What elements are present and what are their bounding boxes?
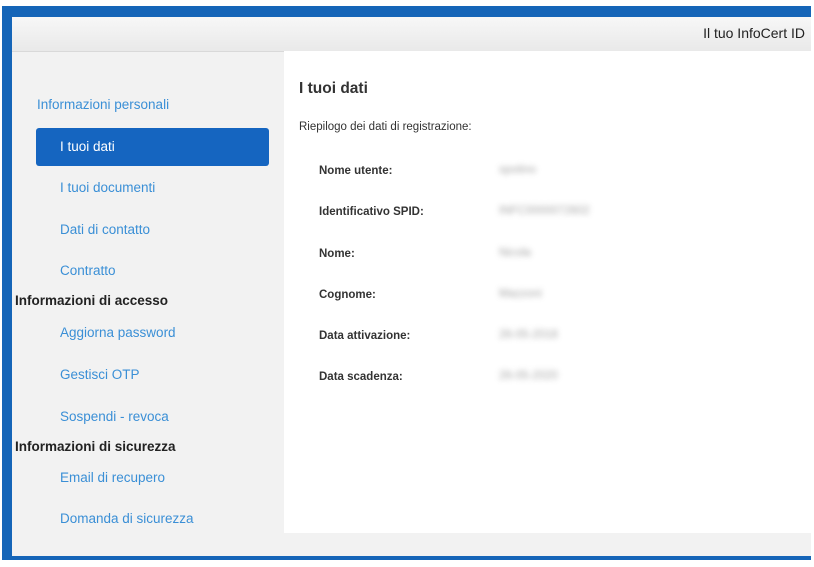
sidebar-heading-access: Informazioni di accesso	[15, 293, 169, 308]
sidebar-item-recovery-email[interactable]: Email di recupero	[60, 470, 165, 485]
field-row-last-name: Cognome: Mazzoni	[319, 288, 799, 309]
sidebar-item-contact-data[interactable]: Dati di contatto	[60, 222, 150, 237]
field-label: Nome utente:	[319, 165, 393, 177]
app-window: Il tuo InfoCert ID Informazioni personal…	[12, 17, 811, 556]
sidebar-item-manage-otp[interactable]: Gestisci OTP	[60, 367, 140, 382]
top-bar: Il tuo InfoCert ID	[12, 17, 811, 52]
field-value-redacted: Mazzoni	[499, 288, 542, 300]
field-label: Data scadenza:	[319, 371, 403, 383]
field-value-redacted: 26-05-2020	[499, 370, 558, 382]
field-value-redacted: Nicola	[499, 247, 531, 259]
field-row-activation-date: Data attivazione: 26-05-2018	[319, 329, 799, 350]
sidebar-item-security-question[interactable]: Domanda di sicurezza	[60, 511, 194, 526]
field-value-redacted: INFC0000072602	[499, 205, 590, 217]
field-value-redacted: spotino	[499, 164, 537, 176]
sidebar-item-contract[interactable]: Contratto	[60, 263, 116, 278]
main-panel: I tuoi dati Riepilogo dei dati di regist…	[284, 51, 811, 533]
page-subtitle: Riepilogo dei dati di registrazione:	[299, 121, 472, 133]
field-row-first-name: Nome: Nicola	[319, 247, 799, 268]
field-row-expiry-date: Data scadenza: 26-05-2020	[319, 370, 799, 391]
field-row-username: Nome utente: spotino	[319, 164, 799, 185]
sidebar: Informazioni personali I tuoi dati I tuo…	[12, 51, 282, 556]
sidebar-heading-security: Informazioni di sicurezza	[15, 439, 176, 454]
field-label: Nome:	[319, 248, 355, 260]
field-label: Cognome:	[319, 289, 376, 301]
field-label: Data attivazione:	[319, 330, 411, 342]
sidebar-item-your-documents[interactable]: I tuoi documenti	[60, 180, 155, 195]
sidebar-item-suspend-revoke[interactable]: Sospendi - revoca	[60, 409, 169, 424]
app-title: Il tuo InfoCert ID	[703, 25, 805, 41]
field-row-spid-id: Identificativo SPID: INFC0000072602	[319, 205, 799, 226]
field-value-redacted: 26-05-2018	[499, 329, 558, 341]
sidebar-item-personal-info[interactable]: Informazioni personali	[37, 97, 169, 112]
window-frame: Il tuo InfoCert ID Informazioni personal…	[2, 6, 811, 560]
page-title: I tuoi dati	[299, 80, 368, 97]
field-label: Identificativo SPID:	[319, 206, 424, 218]
sidebar-item-update-password[interactable]: Aggiorna password	[60, 325, 176, 340]
sidebar-item-your-data[interactable]: I tuoi dati	[36, 128, 269, 166]
